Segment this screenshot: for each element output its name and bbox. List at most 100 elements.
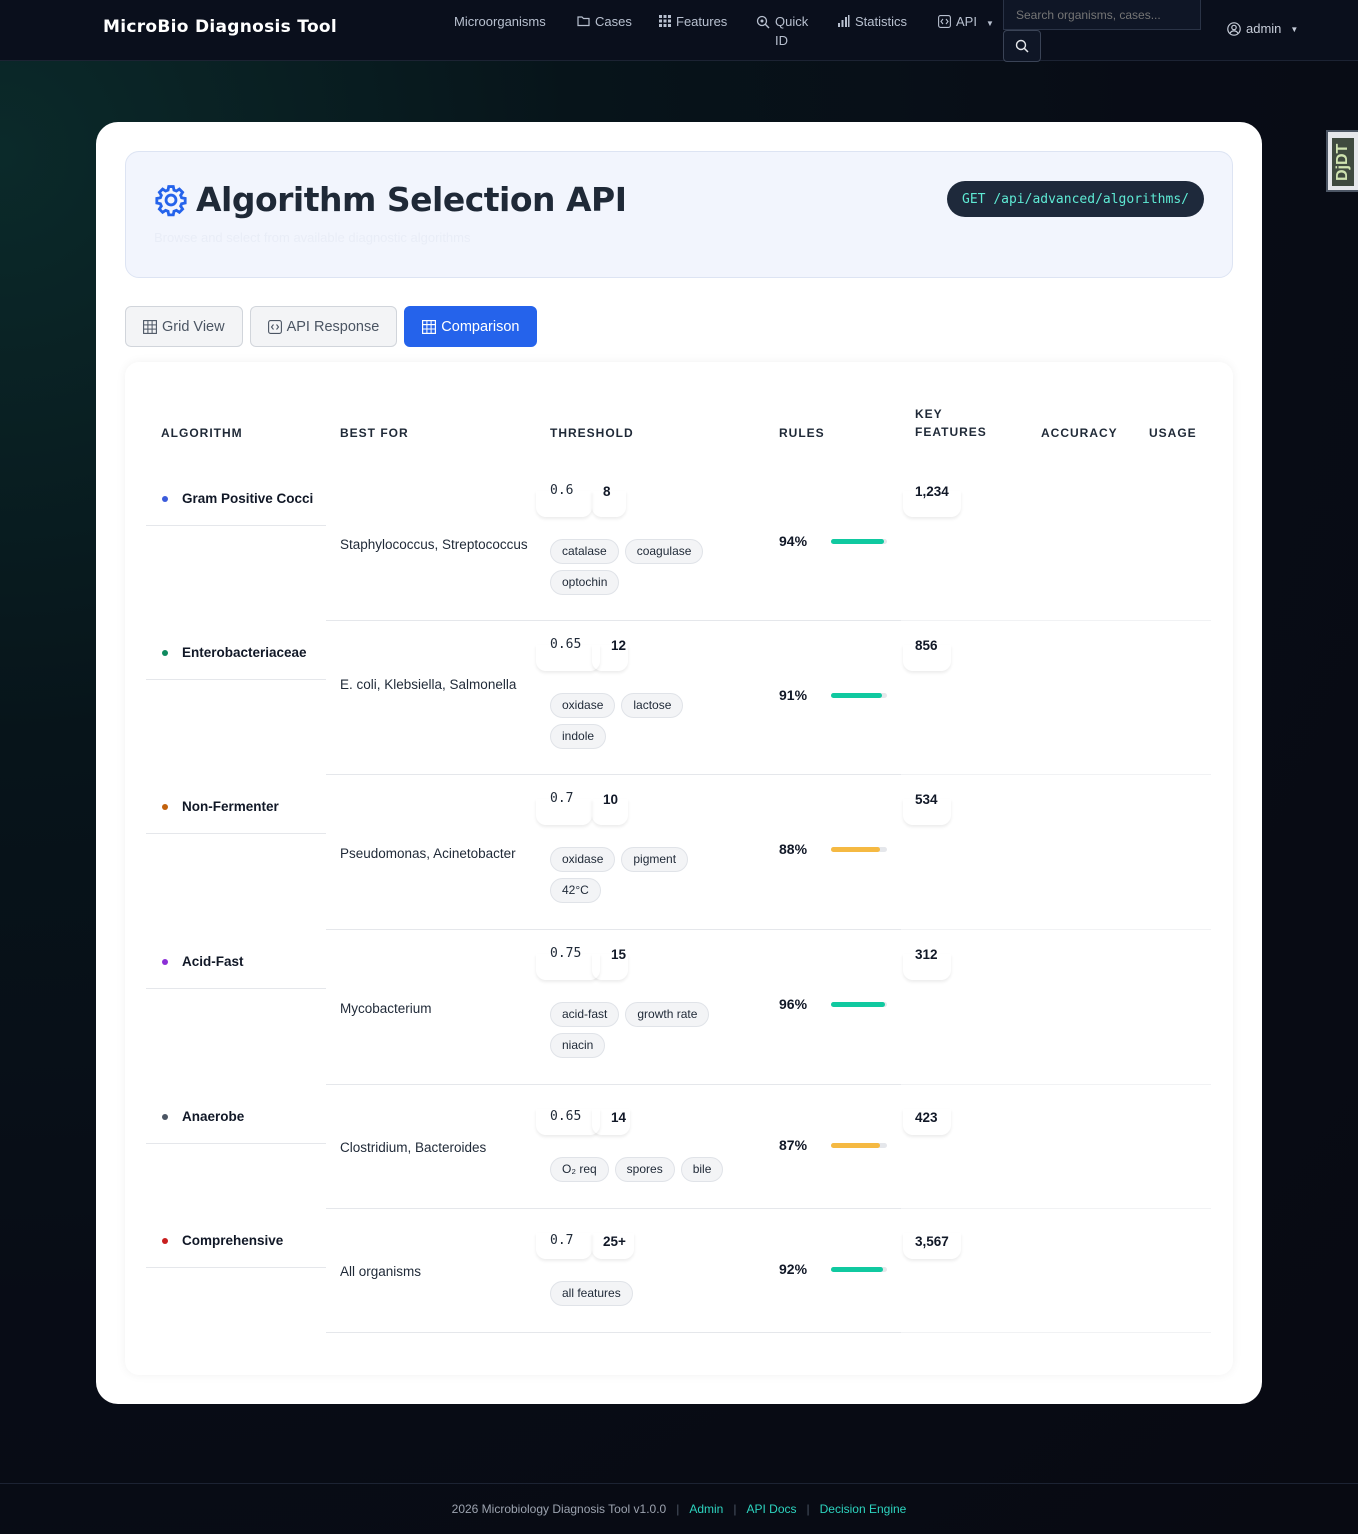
status-dot [162,804,168,810]
row-divider [326,1332,901,1333]
col-header-key-features[interactable]: KEY FEATURES [915,405,1005,441]
tab-api-response[interactable]: API Response [249,306,398,347]
col-header-usage[interactable]: USAGE [1149,424,1197,442]
nav-quick-id[interactable]: Quick ID [756,12,816,50]
feature-tag: oxidase [550,693,616,718]
user-menu[interactable]: admin ▼ [1227,21,1298,36]
feature-tag: all features [550,1281,633,1306]
feature-tag: oxidase [550,847,616,872]
footer-separator: | [806,1502,810,1516]
feature-tag: O₂ req [550,1157,609,1182]
algorithm-name[interactable]: Comprehensive [146,1231,326,1251]
search-button[interactable] [1003,30,1041,62]
threshold-value: 0.65 [550,1109,582,1124]
best-for-text: Clostridium, Bacteroides [340,1140,487,1155]
table-row[interactable]: Gram Positive Cocci Staphylococcus, Stre… [125,467,1233,621]
accuracy-cell: 91% [779,687,887,703]
brand-logo[interactable]: MicroBio Diagnosis Tool [103,17,337,37]
key-features-tags: oxidase pigment 42°C [550,847,740,903]
nav-label: Features [676,14,728,29]
table-row[interactable]: Anaerobe Clostridium, Bacteroides 0.65 1… [125,1085,1233,1209]
table-row[interactable]: Acid-Fast Mycobacterium 0.75 15 acid-fas… [125,930,1233,1085]
accuracy-bar [831,1142,887,1148]
accuracy-bar [831,692,887,698]
view-tabs: Grid View API Response Comparison [125,306,538,347]
key-features-tags: oxidase lactose indole [550,693,740,749]
feature-tag: growth rate [625,1002,710,1027]
table-row[interactable]: Comprehensive All organisms 0.7 25+ all … [125,1209,1233,1333]
col-header-rules[interactable]: RULES [779,424,825,442]
usage-count: 312 [915,947,938,962]
algorithm-name[interactable]: Gram Positive Cocci [146,489,326,509]
threshold-value: 0.7 [550,791,574,806]
accuracy-bar [831,1001,887,1007]
accuracy-cell: 87% [779,1137,887,1153]
col-header-algorithm[interactable]: ALGORITHM [161,424,243,442]
user-circle-icon [1227,21,1241,36]
search-icon [1015,39,1029,53]
search-input[interactable] [1003,0,1201,30]
caret-down-icon: ▼ [1290,25,1299,34]
feature-tag: indole [550,724,607,749]
usage-count: 856 [915,638,938,653]
folder-icon [577,16,590,27]
feature-tag: niacin [550,1033,606,1058]
status-dot [162,496,168,502]
page-title-text: Algorithm Selection API [196,180,627,219]
tab-grid-view[interactable]: Grid View [125,306,243,347]
footer-link-admin[interactable]: Admin [689,1502,723,1516]
key-features-tags: O₂ req spores bile [550,1157,740,1182]
feature-tag: acid-fast [550,1002,620,1027]
row-divider [901,1332,1211,1333]
col-header-threshold[interactable]: THRESHOLD [550,424,634,442]
algorithm-name[interactable]: Non-Fermenter [146,797,326,817]
nav-cases[interactable]: Cases [577,12,632,31]
status-dot [162,959,168,965]
algorithm-name-text: Comprehensive [182,1233,284,1248]
footer-link-api-docs[interactable]: API Docs [746,1502,796,1516]
accuracy-cell: 94% [779,533,887,549]
algorithm-name[interactable]: Anaerobe [146,1107,326,1127]
rules-count: 8 [603,484,611,499]
rules-count: 10 [603,792,619,807]
divider [146,679,326,680]
code-icon [938,15,951,28]
footer-link-decision-engine[interactable]: Decision Engine [820,1502,907,1516]
table-row[interactable]: Non-Fermenter Pseudomonas, Acinetobacter… [125,775,1233,930]
accuracy-value: 94% [779,533,808,549]
accuracy-value: 92% [779,1261,808,1277]
debug-toolbar-toggle[interactable]: DjDT [1326,130,1358,192]
status-dot [162,1238,168,1244]
feature-tag: pigment [621,847,689,872]
nav-features[interactable]: Features [659,12,727,31]
divider [146,833,326,834]
algorithm-name-text: Enterobacteriaceae [182,645,307,660]
best-for-text: Mycobacterium [340,1001,432,1016]
footer-separator: | [676,1502,680,1516]
page-header: Algorithm Selection API Browse and selec… [125,151,1233,278]
divider [146,988,326,989]
algorithm-name[interactable]: Enterobacteriaceae [146,643,326,663]
nav-label: API [956,14,977,29]
table-row[interactable]: Enterobacteriaceae E. coli, Klebsiella, … [125,621,1233,775]
key-features-tags: all features [550,1281,740,1306]
comparison-table: ALGORITHM BEST FOR THRESHOLD RULES KEY F… [125,362,1233,1375]
nav-microorganisms[interactable]: Microorganisms [454,12,546,31]
table-icon [422,319,437,334]
accuracy-bar-fill [831,1266,883,1272]
bar-chart-icon [838,15,850,27]
grid-icon [659,15,671,27]
algorithm-name-text: Gram Positive Cocci [182,491,314,506]
col-header-best-for[interactable]: BEST FOR [340,424,409,442]
nav-api-dropdown[interactable]: API ▼ [938,12,994,33]
tab-comparison[interactable]: Comparison [404,306,538,347]
accuracy-bar-fill [831,846,881,852]
best-for-text: Pseudomonas, Acinetobacter [340,846,516,861]
threshold-value: 0.6 [550,483,574,498]
key-features-tags: catalase coagulase optochin [550,539,740,595]
accuracy-bar-fill [831,538,884,544]
nav-statistics[interactable]: Statistics [837,12,907,31]
col-header-accuracy[interactable]: ACCURACY [1041,424,1118,442]
divider [146,1143,326,1144]
algorithm-name[interactable]: Acid-Fast [146,952,326,972]
